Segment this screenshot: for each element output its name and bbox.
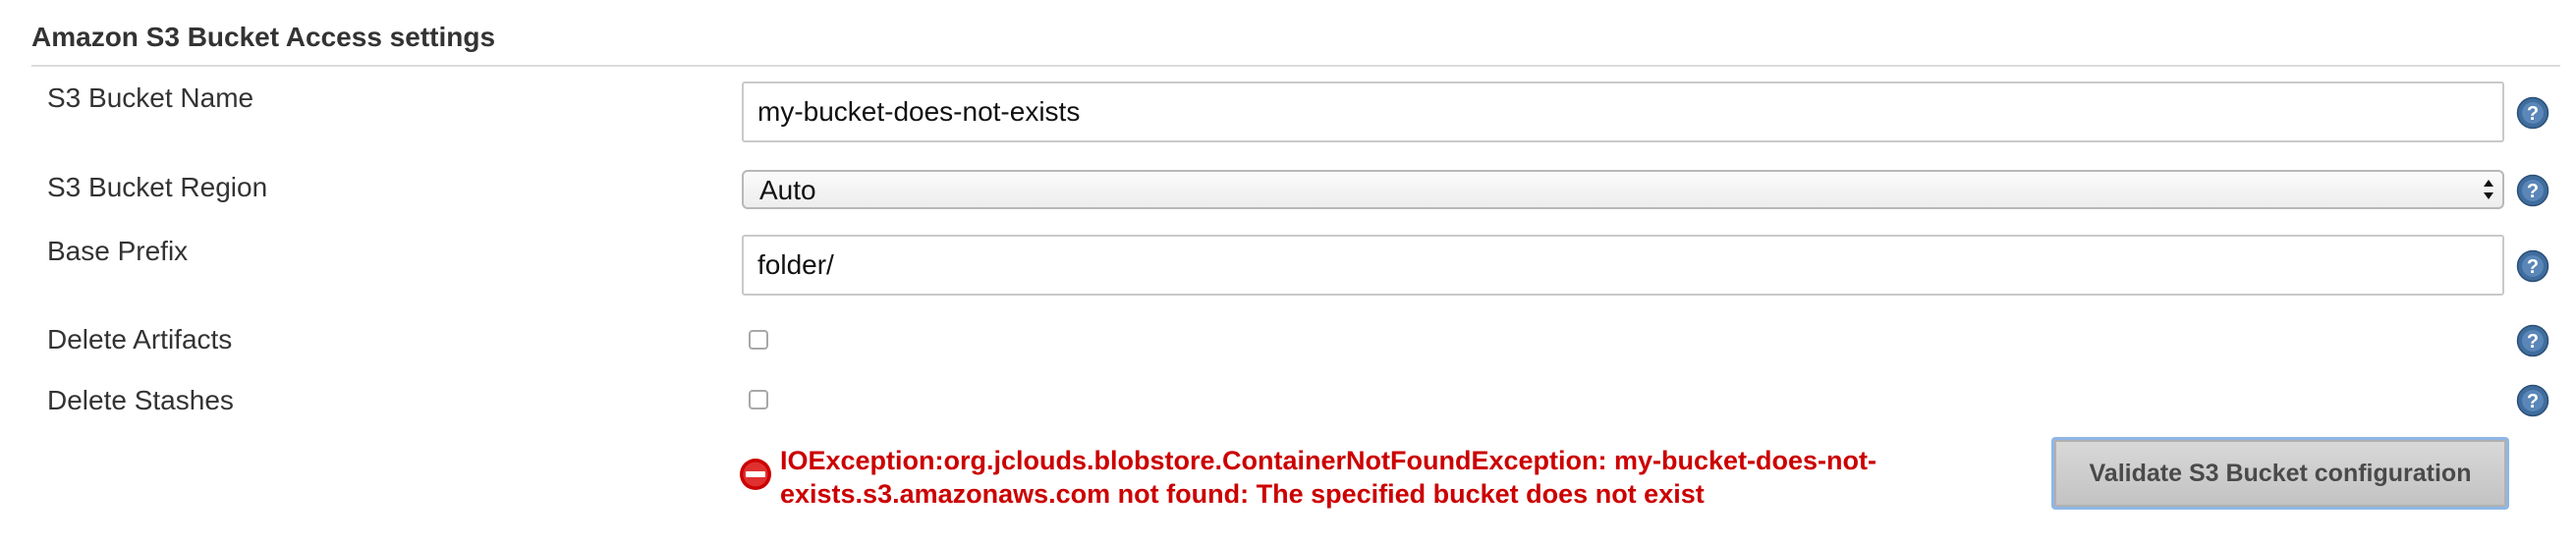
svg-text:?: ? <box>2527 103 2539 125</box>
delete-artifacts-label: Delete Artifacts <box>47 324 233 354</box>
bucket-region-label: S3 Bucket Region <box>47 172 268 202</box>
error-line-1: IOException:org.jclouds.blobstore.Contai… <box>780 446 1877 475</box>
validation-error-message: IOException:org.jclouds.blobstore.Contai… <box>780 444 1959 511</box>
svg-text:?: ? <box>2527 331 2539 353</box>
help-icon[interactable]: ? <box>2516 324 2549 357</box>
error-line-2: exists.s3.amazonaws.com not found: The s… <box>780 479 1705 509</box>
delete-artifacts-checkbox[interactable] <box>749 330 768 350</box>
svg-text:?: ? <box>2527 391 2539 412</box>
help-icon[interactable]: ? <box>2516 96 2549 130</box>
bucket-region-selected-value: Auto <box>759 175 816 205</box>
bucket-name-label: S3 Bucket Name <box>47 82 254 113</box>
base-prefix-input[interactable] <box>742 235 2504 296</box>
delete-stashes-checkbox[interactable] <box>749 390 768 409</box>
help-icon[interactable]: ? <box>2516 384 2549 417</box>
bucket-name-input[interactable] <box>742 82 2504 142</box>
delete-stashes-label: Delete Stashes <box>47 385 234 415</box>
svg-text:?: ? <box>2527 256 2539 278</box>
section-title: Amazon S3 Bucket Access settings <box>31 22 496 52</box>
validate-s3-button[interactable]: Validate S3 Bucket configuration <box>2051 437 2509 510</box>
svg-text:?: ? <box>2527 181 2539 202</box>
select-arrows-icon <box>2484 180 2493 199</box>
error-icon <box>740 459 771 490</box>
help-icon[interactable]: ? <box>2516 249 2549 283</box>
section-divider <box>31 65 2560 67</box>
bucket-region-select[interactable]: Auto <box>742 170 2504 209</box>
base-prefix-label: Base Prefix <box>47 236 189 266</box>
help-icon[interactable]: ? <box>2516 174 2549 207</box>
